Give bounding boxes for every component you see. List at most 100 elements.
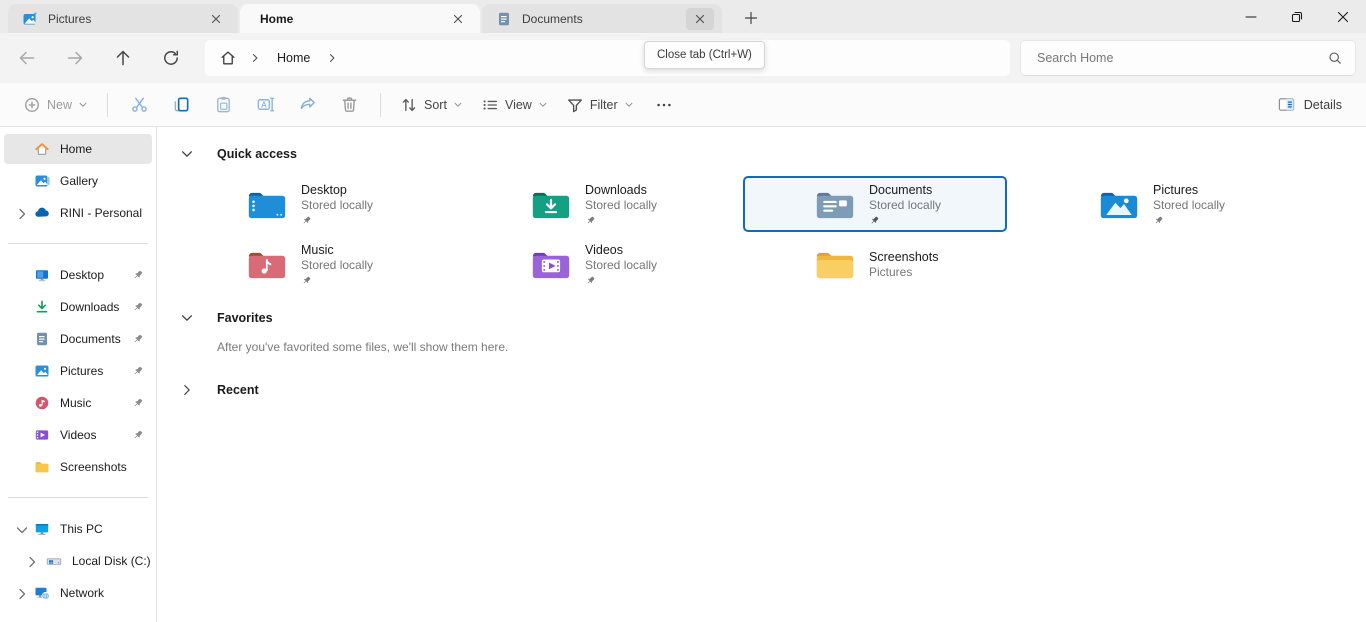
minimize-button[interactable] (1228, 0, 1274, 33)
chevron-down-icon[interactable] (180, 147, 194, 161)
details-pane-icon (1277, 95, 1296, 114)
chevron-down-icon (78, 100, 88, 110)
sidebar-item-pictures[interactable]: Pictures (4, 356, 152, 386)
close-tab-icon[interactable] (686, 8, 714, 30)
more-options-button[interactable] (643, 87, 685, 123)
pin-icon[interactable] (132, 397, 144, 409)
divider (8, 497, 148, 498)
tab-label: Home (260, 12, 444, 26)
sidebar-item-screenshots[interactable]: Screenshots (4, 452, 152, 482)
rename-button[interactable]: A (244, 87, 286, 123)
sidebar-item-network[interactable]: Network (4, 578, 152, 608)
section-title: Recent (217, 383, 259, 397)
forward-button[interactable] (57, 40, 93, 76)
music-icon (34, 395, 50, 411)
desktop-folder-icon (247, 188, 287, 221)
sidebar-item-gallery[interactable]: Gallery (4, 166, 152, 196)
content-area: Home Gallery RINI - Personal Desktop Dow… (0, 127, 1366, 622)
up-button[interactable] (105, 40, 141, 76)
delete-button[interactable] (328, 87, 370, 123)
pin-icon[interactable] (132, 333, 144, 345)
tile-music[interactable]: Music Stored locally (175, 236, 439, 292)
paste-button[interactable] (202, 87, 244, 123)
tile-desktop[interactable]: Desktop Stored locally (175, 176, 439, 232)
quick-access-header[interactable]: Quick access (175, 140, 1366, 168)
pin-icon[interactable] (132, 365, 144, 377)
close-window-button[interactable] (1320, 0, 1366, 33)
chevron-right-icon[interactable] (14, 206, 30, 222)
sidebar-item-documents[interactable]: Documents (4, 324, 152, 354)
pictures-folder-icon (1099, 188, 1139, 221)
recent-header[interactable]: Recent (175, 376, 1366, 404)
breadcrumb[interactable]: Home (205, 40, 1010, 76)
search-input[interactable] (1037, 51, 1327, 65)
section-title: Quick access (217, 147, 297, 161)
tile-name: Screenshots (869, 249, 938, 265)
add-tab-button[interactable] (738, 5, 764, 31)
pin-icon[interactable] (132, 301, 144, 313)
divider (107, 93, 108, 117)
documents-tab-icon (496, 11, 512, 27)
chevron-right-icon[interactable] (180, 383, 194, 397)
back-button[interactable] (9, 40, 45, 76)
tab-pictures[interactable]: Pictures (8, 4, 238, 33)
refresh-button[interactable] (153, 40, 189, 76)
videos-icon (34, 427, 50, 443)
close-tab-icon[interactable] (202, 8, 230, 30)
tile-videos[interactable]: Videos Stored locally (459, 236, 723, 292)
pin-icon[interactable] (132, 269, 144, 281)
tile-pictures[interactable]: Pictures Stored locally (1027, 176, 1291, 232)
filter-button[interactable]: Filter (557, 87, 643, 123)
favorites-header[interactable]: Favorites (175, 304, 1366, 332)
tile-documents[interactable]: Documents Stored locally (743, 176, 1007, 232)
sidebar-item-label: RINI - Personal (60, 206, 142, 220)
sort-button[interactable]: Sort (391, 87, 472, 123)
view-button[interactable]: View (472, 87, 557, 123)
favorites-empty-message: After you've favorited some files, we'll… (217, 340, 1366, 354)
svg-text:A: A (261, 100, 267, 109)
share-button[interactable] (286, 87, 328, 123)
videos-folder-icon (531, 248, 571, 281)
sidebar-item-onedrive[interactable]: RINI - Personal (4, 198, 152, 228)
copy-button[interactable] (160, 87, 202, 123)
home-icon (219, 49, 237, 67)
sidebar-item-label: This PC (60, 522, 103, 536)
chevron-right-icon[interactable] (24, 554, 40, 570)
details-pane-button[interactable]: Details (1269, 87, 1350, 123)
tile-name: Documents (869, 182, 941, 198)
network-icon (34, 585, 50, 601)
tab-home[interactable]: Home (240, 4, 480, 33)
tile-downloads[interactable]: Downloads Stored locally (459, 176, 723, 232)
sidebar-item-videos[interactable]: Videos (4, 420, 152, 450)
restore-button[interactable] (1274, 0, 1320, 33)
ellipsis-icon (655, 96, 673, 114)
pin-icon[interactable] (132, 429, 144, 441)
divider (380, 93, 381, 117)
close-tab-icon[interactable] (444, 8, 472, 30)
tab-documents[interactable]: Documents (482, 4, 722, 33)
cut-button[interactable] (118, 87, 160, 123)
chevron-right-icon[interactable] (14, 586, 30, 602)
sidebar-item-downloads[interactable]: Downloads (4, 292, 152, 322)
sidebar-item-label: Music (60, 396, 91, 410)
sidebar-item-music[interactable]: Music (4, 388, 152, 418)
local-disk-icon (46, 553, 62, 569)
sidebar-item-desktop[interactable]: Desktop (4, 260, 152, 290)
chevron-down-icon[interactable] (14, 522, 30, 538)
filter-icon (566, 96, 584, 114)
music-folder-icon (247, 248, 287, 281)
new-button[interactable]: New (14, 87, 97, 123)
tile-screenshots[interactable]: Screenshots Pictures (743, 236, 1007, 292)
tile-name: Music (301, 242, 373, 258)
sidebar-item-home[interactable]: Home (4, 134, 152, 164)
breadcrumb-location[interactable]: Home (273, 51, 314, 65)
sidebar-item-this-pc[interactable]: This PC (4, 514, 152, 544)
chevron-down-icon (538, 100, 548, 110)
chevron-down-icon[interactable] (180, 311, 194, 325)
search-icon[interactable] (1327, 50, 1343, 66)
divider (8, 243, 148, 244)
sidebar-item-local-disk-c[interactable]: Local Disk (C:) (4, 546, 152, 576)
sort-icon (400, 96, 418, 114)
sidebar-item-label: Screenshots (60, 460, 127, 474)
tile-subtitle: Stored locally (869, 198, 941, 213)
